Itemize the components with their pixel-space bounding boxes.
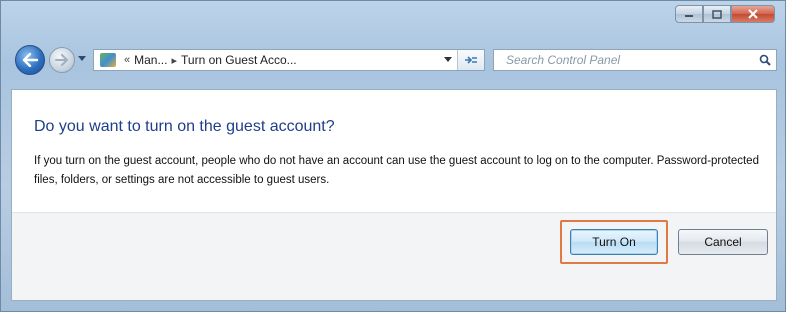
address-dropdown-icon[interactable] bbox=[444, 57, 452, 62]
control-panel-window: « Man... ▸ Turn on Guest Acco... Search … bbox=[0, 0, 786, 312]
forward-arrow-icon bbox=[55, 54, 68, 66]
breadcrumb-separator-icon[interactable]: ▸ bbox=[171, 54, 177, 67]
forward-button[interactable] bbox=[49, 47, 75, 73]
maximize-icon bbox=[712, 9, 722, 19]
dialog-description: If you turn on the guest account, people… bbox=[34, 155, 759, 186]
maximize-button[interactable] bbox=[703, 5, 731, 23]
cancel-button[interactable]: Cancel bbox=[678, 229, 768, 255]
close-icon bbox=[748, 9, 758, 19]
minimize-button[interactable] bbox=[675, 5, 703, 23]
control-panel-icon bbox=[100, 53, 116, 67]
breadcrumb-item-turn-on-guest[interactable]: Turn on Guest Acco... bbox=[181, 53, 297, 67]
caption-buttons bbox=[675, 5, 775, 23]
back-arrow-icon bbox=[22, 53, 38, 67]
search-icon[interactable] bbox=[754, 54, 776, 66]
dialog-heading: Do you want to turn on the guest account… bbox=[34, 118, 335, 135]
recent-pages-dropdown-icon[interactable] bbox=[78, 56, 86, 61]
dialog-content: Do you want to turn on the guest account… bbox=[11, 89, 777, 301]
back-button[interactable] bbox=[15, 45, 45, 75]
minimize-icon bbox=[685, 15, 693, 17]
navigation-bar: « Man... ▸ Turn on Guest Acco... Search … bbox=[15, 45, 777, 75]
search-input[interactable]: Search Control Panel bbox=[494, 53, 754, 67]
address-bar[interactable]: « Man... ▸ Turn on Guest Acco... bbox=[93, 49, 485, 71]
breadcrumb-overflow-icon[interactable]: « bbox=[124, 54, 130, 66]
breadcrumb-item-manage[interactable]: Man... bbox=[134, 53, 167, 67]
turn-on-button[interactable]: Turn On bbox=[570, 229, 658, 255]
close-button[interactable] bbox=[731, 5, 775, 23]
refresh-icon bbox=[465, 56, 477, 64]
search-box[interactable]: Search Control Panel bbox=[493, 49, 777, 71]
refresh-button[interactable] bbox=[457, 50, 484, 70]
